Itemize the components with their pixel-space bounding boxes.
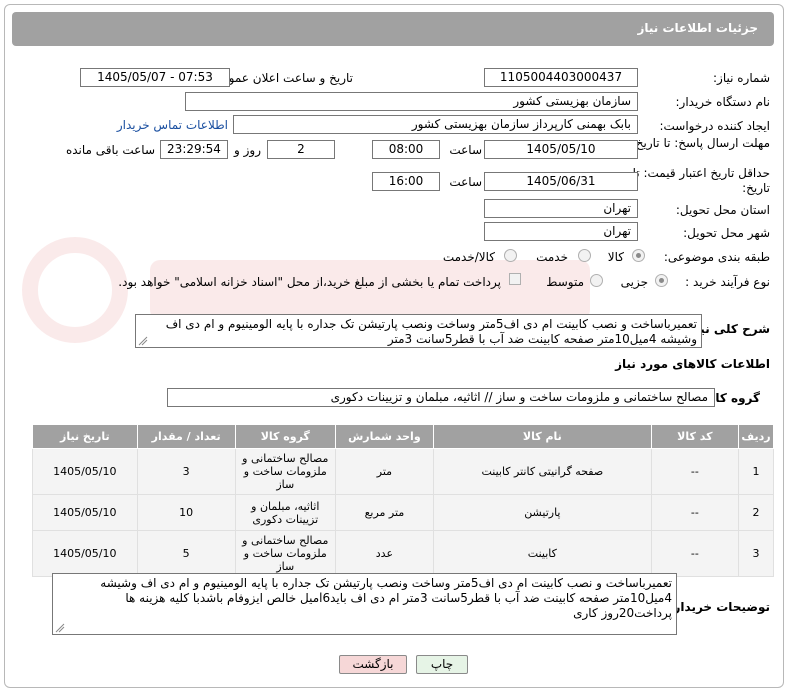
row-number: 3 <box>737 530 775 577</box>
description-text: تعمیرباساخت و نصب کابینت ام دی اف5متر وس… <box>165 317 697 346</box>
table-row: 3 -- کابینت عدد مصالح ساختمانی و ملزومات… <box>32 530 775 577</box>
row-number: 1 <box>737 448 775 495</box>
goods-quantity: 3 <box>136 448 236 495</box>
goods-unit: عدد <box>334 530 434 577</box>
category-goods-label: کالا <box>607 250 624 264</box>
col-quantity-header: تعداد / مقدار <box>136 424 236 449</box>
goods-code: -- <box>650 448 739 495</box>
table-header-row: ردیف کد کالا نام کالا واحد شمارش گروه کا… <box>32 424 775 449</box>
validity-time-label: ساعت <box>449 175 482 189</box>
description-textarea[interactable]: تعمیرباساخت و نصب کابینت ام دی اف5متر وس… <box>135 314 702 348</box>
goods-quantity: 10 <box>136 494 236 531</box>
table-row: 2 -- پارتیشن متر مربع اثاثیه، مبلمان و ت… <box>32 494 775 531</box>
need-number-label: شماره نیاز: <box>713 71 770 85</box>
city-label: شهر محل تحویل: <box>683 226 770 240</box>
goods-group: مصالح ساختمانی و ملزومات ساخت و ساز <box>234 448 336 495</box>
treasury-payment-note: پرداخت تمام یا بخشی از مبلغ خرید،از محل … <box>118 275 501 289</box>
send-date-field: 1405/05/10 <box>484 140 638 159</box>
row-number: 2 <box>737 494 775 531</box>
send-time-field: 08:00 <box>372 140 440 159</box>
category-radio-goods[interactable] <box>632 249 645 262</box>
price-validity-label: حداقل تاریخ اعتبار قیمت: تا تاریخ: <box>632 166 770 195</box>
province-field: تهران <box>484 199 638 218</box>
need-date: 1405/05/10 <box>32 448 138 495</box>
creator-field: بابک بهمنی کارپرداز سازمان بهزیستی کشور <box>233 115 638 134</box>
process-radio-minor[interactable] <box>655 274 668 287</box>
col-date-header: تاریخ نیاز <box>32 424 138 449</box>
goods-code: -- <box>650 530 739 577</box>
category-radio-service[interactable] <box>578 249 591 262</box>
goods-unit: متر مربع <box>334 494 434 531</box>
back-button[interactable]: بازگشت <box>339 655 407 674</box>
treasury-payment-checkbox[interactable] <box>509 273 521 285</box>
send-time-label: ساعت <box>449 143 482 157</box>
buyer-notes-textarea[interactable]: تعمیرباساخت و نصب کابینت ام دی اف5متر وس… <box>52 573 677 635</box>
col-name-header: نام کالا <box>432 424 652 449</box>
goods-name: پارتیشن <box>432 494 652 531</box>
process-radio-medium[interactable] <box>590 274 603 287</box>
buyer-org-label: نام دستگاه خریدار: <box>675 95 771 109</box>
days-field: 2 <box>267 140 335 159</box>
remaining-time-field: 23:29:54 <box>160 140 228 159</box>
page-title: جزئیات اطلاعات نیاز <box>637 21 758 35</box>
goods-quantity: 5 <box>136 530 236 577</box>
validity-date-field: 1405/06/31 <box>484 172 638 191</box>
col-row-header: ردیف <box>737 424 775 449</box>
need-date: 1405/05/10 <box>32 530 138 577</box>
col-unit-header: واحد شمارش <box>334 424 434 449</box>
goods-group: مصالح ساختمانی و ملزومات ساخت و ساز <box>234 530 336 577</box>
category-goods-service-label: کالا/خدمت <box>442 250 495 264</box>
province-label: استان محل تحویل: <box>675 203 770 217</box>
goods-group-field: مصالح ساختمانی و ملزومات ساخت و ساز // ا… <box>167 388 715 407</box>
need-date: 1405/05/10 <box>32 494 138 531</box>
buyer-notes-label: توضیحات خریدار: <box>668 600 770 614</box>
goods-group: اثاثیه، مبلمان و تزیینات دکوری <box>234 494 336 531</box>
resize-handle-icon[interactable] <box>138 336 148 346</box>
days-label: روز و <box>234 143 261 157</box>
goods-table: ردیف کد کالا نام کالا واحد شمارش گروه کا… <box>32 424 775 577</box>
resize-handle-icon[interactable] <box>55 623 65 633</box>
goods-unit: متر <box>334 448 434 495</box>
process-medium-label: متوسط <box>546 275 584 289</box>
announce-datetime-field: 1405/05/07 - 07:53 <box>80 68 230 87</box>
table-row: 1 -- صفحه گرانیتی کانتر کابینت متر مصالح… <box>32 448 775 495</box>
process-minor-label: جزیی <box>620 275 648 289</box>
category-service-label: خدمت <box>536 250 568 264</box>
category-label: طبقه بندی موضوعی: <box>663 250 770 264</box>
col-code-header: کد کالا <box>650 424 739 449</box>
city-field: تهران <box>484 222 638 241</box>
header-bar: جزئیات اطلاعات نیاز <box>12 12 774 46</box>
col-group-header: گروه کالا <box>234 424 336 449</box>
buyer-notes-text: تعمیرباساخت و نصب کابینت ام دی اف5متر وس… <box>100 576 672 620</box>
goods-name: کابینت <box>432 530 652 577</box>
buyer-contact-link[interactable]: اطلاعات تماس خریدار <box>117 118 228 132</box>
goods-code: -- <box>650 494 739 531</box>
creator-label: ایجاد کننده درخواست: <box>659 119 770 133</box>
category-radio-goods-service[interactable] <box>504 249 517 262</box>
validity-time-field: 16:00 <box>372 172 440 191</box>
send-deadline-label: مهلت ارسال پاسخ: تا تاریخ: <box>631 136 770 150</box>
buyer-org-field: سازمان بهزیستی کشور <box>185 92 638 111</box>
goods-section-title: اطلاعات کالاهای مورد نیاز <box>615 357 770 371</box>
need-number-field: 1105004403000437 <box>484 68 638 87</box>
goods-name: صفحه گرانیتی کانتر کابینت <box>432 448 652 495</box>
process-label: نوع فرآیند خرید : <box>685 275 770 289</box>
print-button[interactable]: چاپ <box>416 655 468 674</box>
remaining-time-label: ساعت باقی مانده <box>65 143 155 157</box>
